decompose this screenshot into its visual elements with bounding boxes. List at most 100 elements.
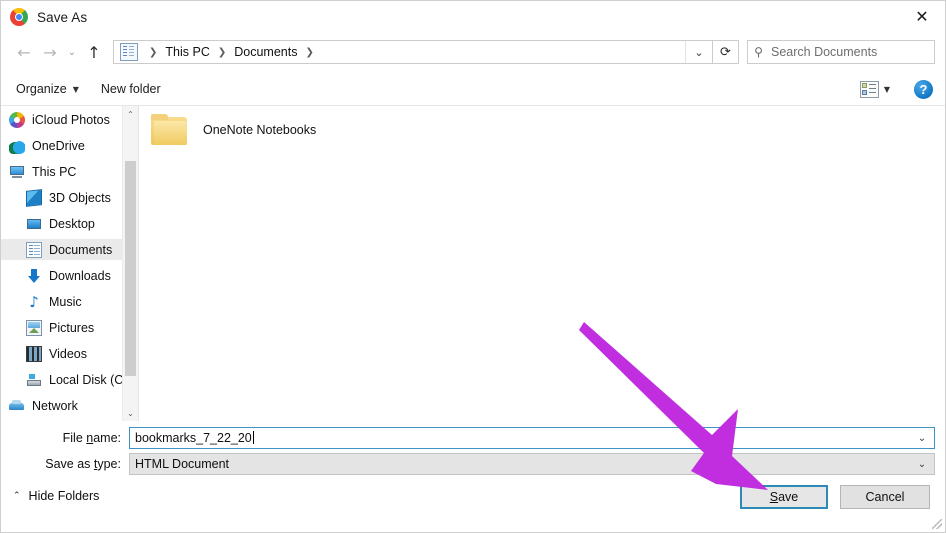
chrome-icon [10, 8, 28, 26]
file-list-pane[interactable]: OneNote Notebooks [138, 106, 945, 421]
file-name-label-text: File name: [62, 431, 121, 445]
chevron-up-icon: ⌃ [13, 491, 21, 501]
title-bar: Save As ✕ [1, 1, 945, 33]
sidebar-item-onedrive[interactable]: OneDrive [1, 135, 138, 156]
dialog-body: iCloud Photos OneDrive This PC 3D Objects De… [1, 106, 945, 421]
breadcrumb-item-documents[interactable]: Documents [232, 45, 299, 59]
documents-icon [26, 241, 42, 258]
sidebar-scrollbar[interactable]: ⌃ ⌄ [122, 106, 138, 421]
search-box[interactable]: ⚲ [747, 40, 935, 64]
file-name-chevron-down-icon[interactable]: ⌄ [910, 433, 934, 444]
sidebar-item-documents[interactable]: Documents [1, 239, 138, 260]
forward-icon[interactable]: → [37, 39, 63, 65]
sidebar-item-label: Downloads [49, 268, 111, 283]
sidebar-item-3d-objects[interactable]: 3D Objects [1, 187, 138, 208]
breadcrumb-separator-0: ❯ [149, 46, 158, 58]
window-title: Save As [37, 9, 88, 25]
save-as-type-label-text: Save as type: [45, 457, 121, 471]
hide-folders-label: Hide Folders [28, 489, 100, 503]
sidebar-list: iCloud Photos OneDrive This PC 3D Objects De… [1, 109, 138, 416]
sidebar-item-label: iCloud Photos [32, 112, 110, 127]
desktop-icon [26, 215, 42, 232]
address-chevron-down-icon[interactable]: ⌄ [685, 41, 712, 63]
network-icon [9, 397, 25, 414]
new-folder-button[interactable]: New folder [94, 79, 168, 99]
close-icon[interactable]: ✕ [899, 1, 945, 32]
this-pc-monitor-icon [9, 163, 25, 180]
sidebar-item-local-disk-c[interactable]: Local Disk (C:) [1, 369, 138, 390]
videos-icon [26, 345, 42, 362]
breadcrumb-separator-2: ❯ [305, 46, 314, 58]
sidebar-item-pictures[interactable]: Pictures [1, 317, 138, 338]
view-chevron-down-icon[interactable]: ▼ [884, 85, 890, 94]
chevron-down-icon: ▼ [72, 84, 79, 94]
folder-icon [151, 114, 189, 145]
sidebar-item-this-pc[interactable]: This PC [1, 161, 138, 182]
breadcrumb-separator-1: ❯ [217, 46, 227, 58]
toolbar-right-group: ▼ ? [859, 79, 945, 99]
search-icon: ⚲ [754, 45, 763, 59]
icloud-photos-icon [9, 111, 25, 128]
view-layout-icon[interactable] [859, 80, 879, 98]
text-cursor [252, 431, 254, 444]
scrollbar-thumb[interactable] [125, 161, 136, 376]
breadcrumb-item-this-pc[interactable]: This PC [163, 45, 211, 59]
sidebar-item-label: Desktop [49, 216, 95, 231]
save-as-dialog: Save As ✕ ← → ⌄ ↑ ❯ This PC ❯ Documents … [0, 0, 946, 533]
save-as-type-row: Save as type: HTML Document ⌄ [1, 453, 945, 475]
music-note-icon: ♪ [29, 292, 39, 311]
command-toolbar: Organize ▼ New folder ▼ ? [1, 73, 945, 106]
resize-grip[interactable] [932, 519, 942, 529]
sidebar-item-music[interactable]: ♪ Music [1, 291, 138, 312]
onedrive-cloud-icon [9, 137, 25, 154]
back-icon[interactable]: ← [11, 39, 37, 65]
sidebar-item-label: Music [49, 294, 82, 309]
scroll-down-chevron-icon[interactable]: ⌄ [123, 405, 138, 421]
save-as-type-chevron-down-icon[interactable]: ⌄ [910, 459, 934, 470]
sidebar-item-desktop[interactable]: Desktop [1, 213, 138, 234]
cancel-label: Cancel [865, 490, 905, 504]
file-name-row: File name: bookmarks_7_22_20 ⌄ [1, 427, 945, 449]
view-layout-lines [868, 83, 876, 95]
file-name-value[interactable]: bookmarks_7_22_20 [130, 431, 910, 445]
sidebar-item-label: Network [32, 398, 78, 413]
file-name-label: OneNote Notebooks [203, 122, 317, 137]
save-form: File name: bookmarks_7_22_20 ⌄ Save as t… [1, 422, 945, 532]
sidebar-item-label: Videos [49, 346, 87, 361]
save-as-type-value: HTML Document [135, 457, 230, 471]
sidebar-item-label: Local Disk (C:) [49, 372, 131, 387]
sidebar-item-videos[interactable]: Videos [1, 343, 138, 364]
scroll-up-chevron-icon[interactable]: ⌃ [123, 106, 138, 122]
local-disk-icon [26, 371, 42, 388]
sidebar-item-network[interactable]: Network [1, 395, 138, 416]
sidebar-item-label: Pictures [49, 320, 95, 335]
up-icon[interactable]: ↑ [81, 39, 107, 65]
organize-button[interactable]: Organize ▼ [9, 79, 86, 99]
file-name-input[interactable]: bookmarks_7_22_20 ⌄ [129, 427, 935, 449]
sidebar-item-label: 3D Objects [49, 190, 111, 205]
new-folder-label: New folder [100, 82, 161, 96]
save-as-type-select[interactable]: HTML Document ⌄ [129, 453, 935, 475]
cancel-button[interactable]: Cancel [840, 485, 930, 509]
sidebar-item-downloads[interactable]: Downloads [1, 265, 138, 286]
search-input[interactable] [769, 44, 934, 60]
navigation-bar: ← → ⌄ ↑ ❯ This PC ❯ Documents ❯ ⌄ ⟳ ⚲ [1, 34, 945, 70]
list-item[interactable]: OneNote Notebooks [151, 114, 316, 145]
sidebar-item-label: Documents [49, 242, 113, 257]
hide-folders-button[interactable]: ⌃ Hide Folders [13, 489, 99, 503]
recent-locations-chevron-down-icon[interactable]: ⌄ [63, 39, 81, 65]
sidebar-item-icloud-photos[interactable]: iCloud Photos [1, 109, 138, 130]
refresh-icon[interactable]: ⟳ [713, 40, 739, 64]
documents-breadcrumb-icon [120, 43, 138, 61]
save-button[interactable]: Save [740, 485, 828, 509]
sidebar-item-label: OneDrive [32, 138, 85, 153]
address-bar[interactable]: ❯ This PC ❯ Documents ❯ ⌄ [113, 40, 713, 64]
navigation-pane: iCloud Photos OneDrive This PC 3D Objects De… [1, 106, 138, 421]
help-icon[interactable]: ? [914, 79, 933, 99]
downloads-arrow-icon [26, 268, 42, 284]
organize-label: Organize [16, 82, 67, 96]
sidebar-item-label: This PC [32, 164, 77, 179]
pictures-icon [26, 319, 42, 336]
3d-objects-icon [26, 188, 42, 207]
save-label: Save [769, 490, 799, 504]
